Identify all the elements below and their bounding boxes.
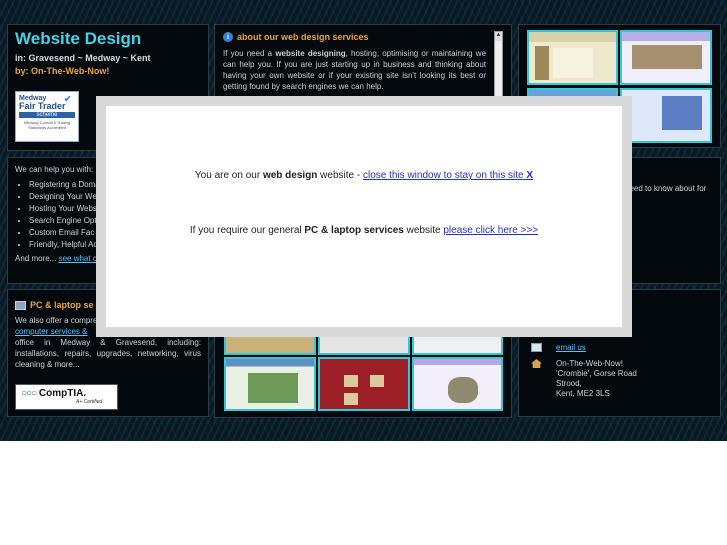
modal-frame: You are on our web design website - clos… (96, 96, 632, 337)
portfolio-thumbnail[interactable] (318, 357, 410, 411)
portfolio-thumbnail[interactable] (620, 88, 712, 143)
modal-l2-pre: If you require our general (189, 225, 305, 236)
about-text-pre: If you need a (223, 49, 276, 58)
address-row: On-The-Web-Now! 'Crombie', Gorse Road St… (531, 359, 708, 399)
about-text: If you need a website designing, hosting… (223, 48, 486, 92)
pc-title: PC & laptop se (30, 300, 94, 310)
email-link[interactable]: email us (556, 343, 586, 353)
pc-text-post: office in Medway & Gravesend, including:… (15, 338, 201, 369)
comptia-badge[interactable]: ○○○ CompTIA. A+ Certified (15, 384, 118, 410)
about-title: about our web design services (237, 32, 369, 42)
badge-line3: scheme (19, 112, 75, 118)
address-line: 'Crombie', Gorse Road (556, 369, 637, 378)
modal-l2-bold: PC & laptop services (304, 225, 404, 236)
comptia-cert: A+ Certified (76, 399, 103, 405)
portfolio-thumbnail[interactable] (620, 30, 712, 85)
portfolio-thumbnail[interactable] (412, 335, 503, 355)
address-line: Kent, ME2 3LS (556, 389, 610, 398)
modal-l2-mid: website (403, 225, 444, 236)
services-more-prefix: And more... (15, 254, 59, 263)
address-line: Strood, (556, 379, 582, 388)
close-window-link[interactable]: close this window to stay on this site X (363, 170, 533, 181)
pc-text-pre: We also offer a compre (15, 316, 98, 325)
modal-line-web-design: You are on our web design website - clos… (106, 170, 622, 181)
see-what-link[interactable]: see what c (59, 254, 97, 263)
close-icon[interactable]: X (526, 170, 533, 181)
badge-line4: Medway Council's Trading Standards Accre… (23, 120, 71, 130)
modal-l1-mid: website - (317, 170, 363, 181)
site-subtitle: in: Gravesend ~ Medway ~ Kent (15, 53, 151, 63)
comptia-logo-icon: ○○○ (21, 388, 37, 399)
home-icon (531, 359, 542, 368)
scroll-up-arrow-icon[interactable]: ▲ (495, 32, 502, 41)
modal-line-pc-services: If you require our general PC & laptop s… (106, 225, 622, 236)
about-panel: i about our web design services If you n… (214, 24, 512, 106)
portfolio-thumbnail[interactable] (224, 357, 316, 411)
checkmark-icon: ✔ (63, 94, 72, 105)
pc-services-link[interactable]: computer services & (15, 327, 87, 336)
portfolio-thumbnail[interactable] (412, 357, 503, 411)
mail-icon (531, 343, 542, 352)
about-scrollbar[interactable]: ▲ (494, 31, 503, 101)
address: On-The-Web-Now! 'Crombie', Gorse Road St… (556, 359, 637, 399)
pc-services-click-link[interactable]: please click here >>> (443, 225, 538, 236)
modal-l1-pre: You are on our (194, 170, 263, 181)
site-title: Website Design (15, 29, 142, 48)
modal-dialog: You are on our web design website - clos… (106, 106, 622, 327)
email-row: email us (531, 343, 708, 353)
about-heading: i about our web design services (223, 32, 503, 42)
monitor-icon (15, 300, 26, 310)
address-line: On-The-Web-Now! (556, 359, 623, 368)
fair-trader-badge[interactable]: ✔ Medway Fair Trader scheme Medway Counc… (15, 91, 79, 142)
portfolio-thumbnail[interactable] (224, 335, 316, 355)
about-text-bold: website designing (275, 49, 346, 58)
portfolio-thumbnail[interactable] (527, 30, 618, 85)
modal-l1-bold: web design (262, 170, 318, 181)
info-icon: i (223, 32, 233, 42)
portfolio-thumbnail[interactable] (318, 335, 410, 355)
close-window-link-text[interactable]: close this window to stay on this site (363, 170, 526, 181)
site-byline: by: On-The-Web-Now! (15, 66, 110, 76)
comptia-text: CompTIA. (38, 388, 87, 399)
